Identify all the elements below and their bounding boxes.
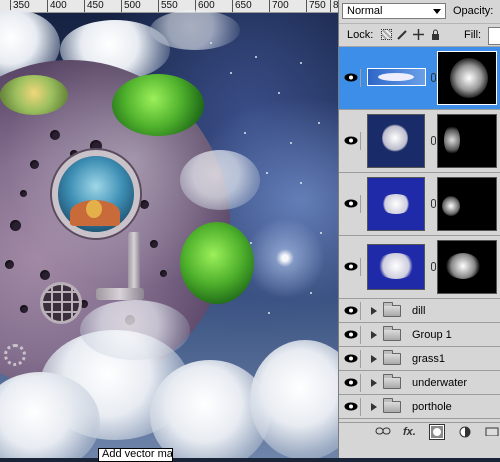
group-name: grass1: [412, 353, 446, 365]
visibility-eye-icon[interactable]: [342, 302, 361, 320]
visibility-eye-icon[interactable]: [342, 258, 361, 276]
lock-transparent-icon[interactable]: [381, 29, 392, 40]
coral-cluster: [0, 75, 68, 115]
ruler-tick: 700: [269, 0, 289, 12]
layer-group-row[interactable]: porthole: [339, 396, 500, 419]
lock-label: Lock:: [347, 29, 374, 41]
lock-brush-icon[interactable]: [397, 29, 408, 40]
ruler-tick: 450: [84, 0, 104, 12]
blend-mode-value: Normal: [347, 5, 383, 17]
visibility-eye-icon[interactable]: [342, 350, 361, 368]
lock-row: Lock: Fill:: [339, 24, 500, 47]
visibility-eye-icon[interactable]: [342, 195, 361, 213]
gear-decoration: [4, 344, 26, 366]
layers-panel-header: Normal Opacity:: [339, 0, 500, 24]
grass-patch: [112, 74, 204, 136]
ruler-tick: 750: [306, 0, 326, 12]
layers-bottom-toolbar: fx.: [339, 422, 500, 443]
grated-porthole: [40, 282, 82, 324]
layer-group-row[interactable]: dill: [339, 300, 500, 323]
ruler-tick: 650: [232, 0, 252, 12]
layer-thumbnail: [367, 177, 425, 231]
cloud: [80, 300, 190, 360]
group-name: dill: [412, 305, 426, 317]
fx-icon[interactable]: fx.: [403, 426, 416, 438]
group-name: porthole: [412, 401, 452, 413]
pipe: [96, 288, 144, 300]
folder-icon: [383, 374, 401, 389]
fill-label: Fill:: [464, 29, 482, 41]
layer-row[interactable]: [339, 110, 500, 173]
link-icon: [431, 73, 436, 82]
layer-group-row[interactable]: Group 1: [339, 324, 500, 347]
add-mask-icon[interactable]: [429, 424, 445, 440]
folder-icon: [383, 326, 401, 341]
visibility-eye-icon[interactable]: [342, 132, 361, 150]
underwater-porthole: [52, 150, 140, 238]
visibility-eye-icon[interactable]: [342, 69, 361, 87]
layer-thumbnail: [367, 244, 425, 290]
layer-mask-thumbnail[interactable]: [437, 240, 497, 294]
visibility-eye-icon[interactable]: [342, 374, 361, 392]
layer-row[interactable]: [339, 236, 500, 299]
layer-group-row[interactable]: grass1: [339, 348, 500, 371]
visibility-eye-icon[interactable]: [342, 398, 361, 416]
grass-patch: [180, 222, 254, 304]
link-icon: [431, 136, 436, 145]
folder-icon: [383, 350, 401, 365]
cloud: [150, 10, 240, 50]
folder-icon: [383, 302, 401, 317]
ruler-tick: 800: [330, 0, 338, 12]
layer-mask-thumbnail[interactable]: [437, 177, 497, 231]
expand-triangle-icon[interactable]: [371, 331, 377, 339]
layers-panel: Normal Opacity: Lock: Fill: dill Group 1…: [338, 0, 500, 458]
link-icon[interactable]: [375, 426, 391, 439]
cloud: [180, 150, 260, 210]
lock-move-icon[interactable]: [413, 29, 424, 40]
ruler-tick: 400: [47, 0, 67, 12]
blend-mode-dropdown[interactable]: Normal: [342, 3, 446, 19]
layer-row-selected[interactable]: [339, 47, 500, 110]
adjustment-icon[interactable]: [459, 426, 471, 441]
tooltip: Add vector mask: [98, 448, 173, 462]
group-name: underwater: [412, 377, 468, 389]
pipe: [128, 232, 140, 294]
ruler-tick: 550: [158, 0, 178, 12]
layer-thumbnail: [367, 114, 425, 168]
folder-icon: [383, 398, 401, 413]
fill-input[interactable]: [488, 27, 500, 45]
ruler-tick: 500: [121, 0, 141, 12]
layer-mask-thumbnail[interactable]: [437, 51, 497, 105]
layer-mask-thumbnail[interactable]: [437, 114, 497, 168]
group-name: Group 1: [412, 329, 452, 341]
visibility-eye-icon[interactable]: [342, 326, 361, 344]
document-canvas[interactable]: 350 400 450 500 550 600 650 700 750 800: [0, 0, 338, 458]
chevron-down-icon: [433, 9, 441, 14]
opacity-label: Opacity:: [453, 5, 494, 17]
lock-all-icon[interactable]: [430, 29, 441, 40]
layer-row[interactable]: [339, 173, 500, 236]
expand-triangle-icon[interactable]: [371, 379, 377, 387]
expand-triangle-icon[interactable]: [371, 355, 377, 363]
layer-thumbnail: [367, 68, 426, 86]
layer-group-row[interactable]: underwater: [339, 372, 500, 395]
new-group-icon[interactable]: [485, 426, 499, 439]
link-icon: [431, 199, 436, 208]
link-icon: [431, 262, 436, 271]
expand-triangle-icon[interactable]: [371, 307, 377, 315]
expand-triangle-icon[interactable]: [371, 403, 377, 411]
